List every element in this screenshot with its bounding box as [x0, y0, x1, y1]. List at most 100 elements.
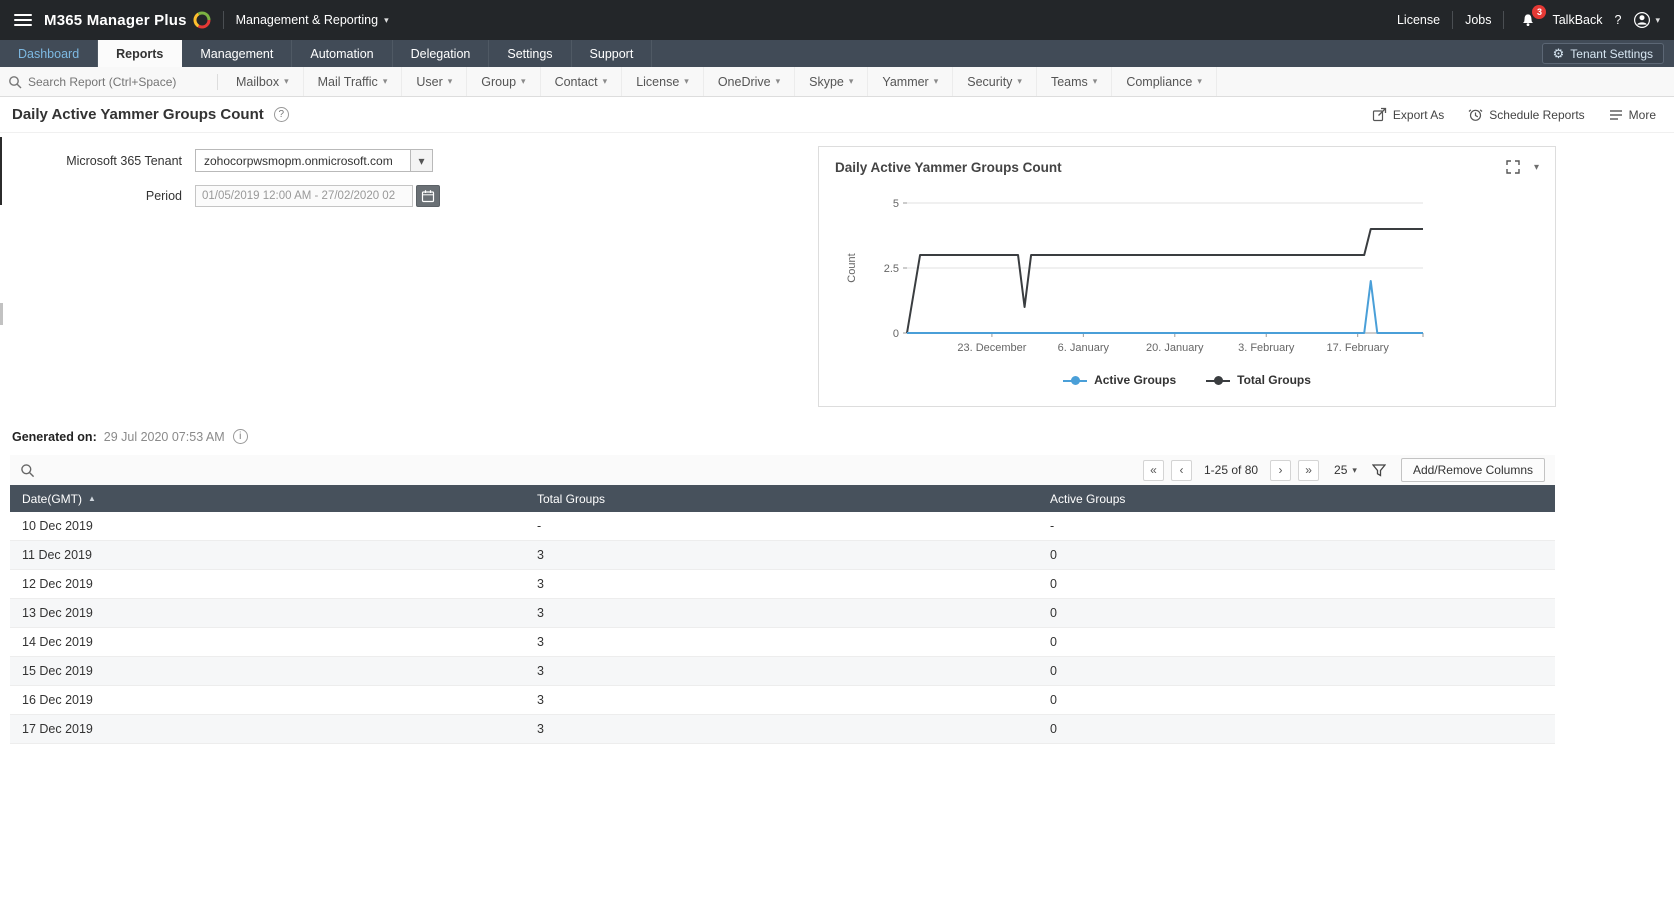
report-table-section: « ‹ 1-25 of 80 › » 25 ▾ Add/Remove Colum… — [10, 455, 1555, 744]
menu-mailbox[interactable]: Mailbox ▾ — [222, 67, 304, 96]
chevron-down-icon: ▾ — [382, 76, 388, 86]
legend-total-groups[interactable]: Total Groups — [1206, 373, 1311, 387]
menu-user[interactable]: User ▾ — [402, 67, 468, 96]
user-menu[interactable]: ▾ — [1633, 11, 1660, 29]
tenant-label: Microsoft 365 Tenant — [66, 153, 182, 168]
chevron-down-icon: ▾ — [684, 76, 689, 86]
menu-security[interactable]: Security ▾ — [953, 67, 1037, 96]
chevron-down-icon: ▾ — [775, 76, 781, 86]
chevron-down-icon: ▾ — [1197, 76, 1202, 86]
table-row[interactable]: 16 Dec 2019 3 0 — [10, 686, 1555, 715]
context-label: Management & Reporting — [235, 13, 379, 27]
svg-text:17. February: 17. February — [1326, 342, 1389, 354]
chart-menu-chevron-icon[interactable]: ▾ — [1534, 162, 1539, 173]
tab-dashboard[interactable]: Dashboard — [0, 40, 99, 67]
menu-license[interactable]: License ▾ — [622, 67, 704, 96]
column-header-active-groups[interactable]: Active Groups — [1038, 492, 1555, 506]
chevron-down-icon: ▾ — [1352, 464, 1357, 475]
table-row[interactable]: 14 Dec 2019 3 0 — [10, 628, 1555, 657]
chevron-down-icon: ▾ — [602, 76, 608, 86]
add-remove-columns-button[interactable]: Add/Remove Columns — [1400, 458, 1545, 482]
table-row[interactable]: 12 Dec 2019 3 0 — [10, 570, 1555, 599]
menu-compliance[interactable]: Compliance ▾ — [1112, 67, 1217, 96]
menu-skype[interactable]: Skype ▾ — [795, 67, 869, 96]
last-page-button[interactable]: » — [1298, 459, 1320, 481]
legend-active-groups[interactable]: Active Groups — [1063, 373, 1176, 387]
tab-delegation[interactable]: Delegation — [393, 40, 490, 67]
chevron-down-icon: ▾ — [447, 76, 453, 86]
license-link[interactable]: License — [1397, 13, 1440, 27]
table-row[interactable]: 11 Dec 2019 3 0 — [10, 541, 1555, 570]
menu-group[interactable]: Group ▾ — [467, 67, 541, 96]
logo-swoosh-icon — [193, 11, 211, 29]
page-size-select[interactable]: 25 ▾ — [1334, 463, 1357, 477]
search-report-input[interactable] — [28, 74, 198, 89]
period-label: Period — [145, 189, 182, 203]
generated-on: Generated on: 29 Jul 2020 07:53 AM i — [12, 429, 248, 444]
search-icon — [9, 75, 22, 88]
help-icon[interactable]: ? — [273, 107, 289, 122]
app-logo[interactable]: M365 Manager Plus — [44, 11, 211, 29]
tab-settings[interactable]: Settings — [489, 40, 572, 67]
info-icon[interactable]: i — [232, 429, 248, 444]
export-icon — [1372, 107, 1387, 122]
table-search-icon[interactable] — [20, 463, 35, 478]
divider — [1503, 11, 1505, 29]
column-header-date[interactable]: Date(GMT) ▲ — [10, 492, 525, 506]
menu-mail-traffic[interactable]: Mail Traffic ▾ — [304, 67, 403, 96]
notification-badge: 3 — [1532, 5, 1547, 19]
tenant-settings-label: Tenant Settings — [1570, 46, 1653, 61]
svg-text:6. January: 6. January — [1058, 342, 1110, 354]
next-page-button[interactable]: › — [1270, 459, 1292, 481]
chevron-down-icon: ▾ — [1092, 76, 1098, 86]
filter-button[interactable] — [1371, 463, 1386, 477]
prev-page-button[interactable]: ‹ — [1171, 459, 1192, 481]
chevron-down-icon: ▾ — [1655, 14, 1660, 25]
chevron-down-icon: ▾ — [1017, 76, 1022, 86]
menu-onedrive[interactable]: OneDrive ▾ — [704, 67, 796, 96]
svg-text:5: 5 — [893, 198, 899, 210]
first-page-button[interactable]: « — [1143, 459, 1164, 481]
notifications-bell-icon[interactable]: 3 — [1516, 5, 1547, 28]
svg-text:20. January: 20. January — [1146, 342, 1204, 354]
context-switcher[interactable]: Management & Reporting ▾ — [236, 13, 389, 27]
menu-contact[interactable]: Contact ▾ — [541, 67, 623, 96]
tenant-select[interactable]: zohocorpwsmopm.onmicrosoft.com ▾ — [195, 149, 433, 172]
period-input[interactable] — [195, 185, 413, 207]
top-header: M365 Manager Plus Management & Reporting… — [0, 0, 1674, 40]
menu-yammer[interactable]: Yammer ▾ — [868, 67, 954, 96]
talkback-link[interactable]: TalkBack — [1552, 13, 1602, 27]
table-row[interactable]: 13 Dec 2019 3 0 — [10, 599, 1555, 628]
calendar-button[interactable] — [416, 185, 440, 207]
menu-teams[interactable]: Teams ▾ — [1037, 67, 1113, 96]
list-icon — [1609, 109, 1622, 120]
table-toolbar: « ‹ 1-25 of 80 › » 25 ▾ Add/Remove Colum… — [10, 455, 1555, 485]
chart-panel: Daily Active Yammer Groups Count ▾ 0 2.5 5… — [818, 146, 1556, 407]
chevron-down-icon: ▾ — [384, 14, 389, 25]
chart-title: Daily Active Yammer Groups Count — [835, 159, 1062, 175]
table-row[interactable]: 15 Dec 2019 3 0 — [10, 657, 1555, 686]
hamburger-menu-icon[interactable] — [14, 14, 32, 26]
export-as-button[interactable]: Export As — [1372, 107, 1444, 122]
tab-automation[interactable]: Automation — [292, 40, 393, 67]
tab-management[interactable]: Management — [182, 40, 293, 67]
chevron-down-icon: ▾ — [284, 76, 289, 86]
column-header-total-groups[interactable]: Total Groups — [525, 492, 1038, 506]
more-button[interactable]: More — [1609, 108, 1656, 122]
svg-text:Count: Count — [846, 253, 858, 282]
pagination-range: 1-25 of 80 — [1204, 463, 1259, 477]
divider — [217, 73, 218, 90]
tenant-settings-button[interactable]: ⚙ Tenant Settings — [1541, 43, 1664, 64]
chevron-down-icon: ▾ — [933, 76, 939, 86]
table-row[interactable]: 10 Dec 2019- - — [10, 512, 1555, 541]
report-search[interactable] — [8, 74, 213, 89]
tab-support[interactable]: Support — [572, 40, 653, 67]
chevron-down-icon: ▾ — [410, 150, 432, 171]
help-button[interactable]: ? — [1615, 13, 1622, 27]
jobs-link[interactable]: Jobs — [1465, 13, 1491, 27]
fullscreen-icon[interactable] — [1506, 160, 1520, 174]
schedule-reports-button[interactable]: Schedule Reports — [1468, 107, 1585, 122]
table-row[interactable]: 17 Dec 2019 3 0 — [10, 715, 1555, 744]
legend-marker-icon — [1063, 375, 1088, 385]
tab-reports[interactable]: Reports — [98, 40, 183, 67]
